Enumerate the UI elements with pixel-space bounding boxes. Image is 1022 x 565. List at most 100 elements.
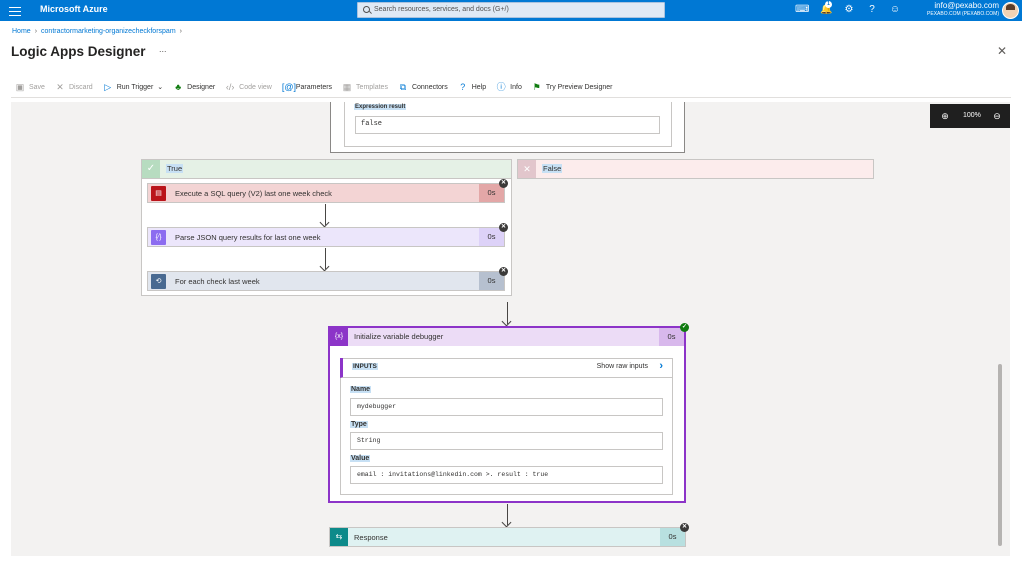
- name-field-value: mydebugger: [350, 398, 663, 416]
- user-avatar[interactable]: [1002, 2, 1019, 19]
- chevron-right-icon[interactable]: ›: [659, 360, 663, 372]
- discard-x-icon: ✕: [56, 82, 64, 92]
- expression-result-value: false: [355, 116, 660, 134]
- flow-arrow-icon: [507, 504, 508, 525]
- code-icon: ‹/›: [225, 82, 235, 92]
- info-label: Info: [510, 83, 522, 91]
- help-icon: ?: [460, 82, 466, 92]
- parameters-button[interactable]: [@] Parameters: [282, 82, 332, 92]
- designer-toolbar: ▣ Save ✕ Discard ▷ Run Trigger ⌄ ♣ Designer ‹…: [15, 80, 623, 94]
- page-title: Logic Apps Designer: [11, 44, 146, 59]
- initialize-variable-title: Initialize variable debugger: [354, 332, 444, 341]
- designer-label: Designer: [187, 83, 216, 91]
- false-branch-label: False: [542, 164, 563, 173]
- templates-icon: ▦: [342, 82, 352, 92]
- info-icon: ⓘ: [496, 82, 506, 92]
- search-icon: [363, 6, 370, 13]
- type-field-value: String: [350, 432, 663, 450]
- variable-icon: {x}: [330, 328, 348, 346]
- try-preview-label: Try Preview Designer: [545, 83, 613, 91]
- user-email: info@pexabo.com: [934, 1, 999, 10]
- save-label: Save: [29, 83, 45, 91]
- parse-json-action[interactable]: {⁄} Parse JSON query results for last on…: [147, 227, 505, 247]
- false-branch-header[interactable]: ✕ False: [517, 159, 874, 179]
- hamburger-menu-icon[interactable]: [9, 4, 21, 16]
- help-question-icon[interactable]: ?: [866, 4, 878, 16]
- canvas-scrollbar[interactable]: [998, 364, 1002, 546]
- response-icon: ⇆: [330, 528, 348, 546]
- skipped-status-icon: ✕: [680, 523, 689, 532]
- discard-button[interactable]: ✕ Discard: [55, 82, 93, 92]
- succeeded-check-icon: ✓: [680, 323, 689, 332]
- account-info[interactable]: info@pexabo.com PEXABO.COM (PEXABO.COM): [927, 1, 999, 18]
- feedback-icon[interactable]: ☺: [889, 4, 901, 16]
- breadcrumb-resource[interactable]: contractormarketing-organizecheckforspam: [41, 28, 176, 35]
- parse-json-title: Parse JSON query results for last one we…: [175, 233, 321, 242]
- skipped-status-icon: ✕: [499, 223, 508, 232]
- search-placeholder: Search resources, services, and docs (G+…: [374, 6, 509, 13]
- code-view-button[interactable]: ‹/› Code view: [225, 82, 272, 92]
- flag-icon: ⚑: [532, 82, 541, 92]
- expression-result-label: Expression result: [354, 104, 407, 110]
- templates-button[interactable]: ▦ Templates: [342, 82, 388, 92]
- breadcrumb-home[interactable]: Home: [12, 28, 31, 35]
- cloud-shell-icon[interactable]: ⌨: [795, 4, 809, 16]
- flow-arrow-icon: [325, 248, 326, 269]
- skipped-status-icon: ✕: [499, 267, 508, 276]
- inputs-header[interactable]: INPUTS Show raw inputs ›: [340, 358, 673, 378]
- type-field-label: Type: [350, 421, 368, 428]
- brand-label[interactable]: Microsoft Azure: [40, 4, 108, 14]
- sql-action-title: Execute a SQL query (V2) last one week c…: [175, 189, 332, 198]
- chevron-right-icon: ›: [34, 28, 38, 35]
- designer-icon: ♣: [175, 82, 182, 92]
- sql-query-action[interactable]: ▤ Execute a SQL query (V2) last one week…: [147, 183, 505, 203]
- sql-database-icon: ▤: [151, 186, 166, 201]
- global-search-input[interactable]: Search resources, services, and docs (G+…: [357, 2, 665, 18]
- save-icon: ▣: [15, 82, 25, 92]
- close-icon[interactable]: ✕: [997, 44, 1007, 58]
- run-trigger-label: Run Trigger: [116, 83, 154, 91]
- flow-arrow-icon: [507, 302, 508, 324]
- chevron-right-icon: ›: [179, 28, 182, 35]
- azure-top-bar: Microsoft Azure Search resources, servic…: [0, 0, 1022, 21]
- x-mark-icon: ✕: [518, 160, 536, 178]
- loop-icon: ⟲: [151, 274, 166, 289]
- info-button[interactable]: ⓘ Info: [496, 82, 522, 92]
- code-view-label: Code view: [239, 83, 272, 91]
- for-each-action[interactable]: ⟲ For each check last week 0s: [147, 271, 505, 291]
- chevron-down-icon: ⌄: [157, 84, 164, 91]
- connectors-icon: ⧉: [399, 82, 407, 92]
- zoom-level: 100%: [963, 112, 981, 119]
- try-preview-designer-button[interactable]: ⚑ Try Preview Designer: [532, 82, 613, 92]
- response-title: Response: [354, 533, 388, 542]
- connectors-button[interactable]: ⧉ Connectors: [398, 82, 448, 92]
- initialize-variable-duration: 0s: [659, 328, 684, 346]
- initialize-variable-header[interactable]: {x} Initialize variable debugger 0s: [330, 328, 684, 346]
- show-raw-inputs-link[interactable]: Show raw inputs: [597, 363, 648, 370]
- for-each-title: For each check last week: [175, 277, 260, 286]
- designer-button[interactable]: ♣ Designer: [173, 82, 215, 92]
- value-field-value: email : invitations@linkedin.com >. resu…: [350, 466, 663, 484]
- breadcrumb: Home › contractormarketing-organizecheckfo…: [12, 28, 186, 35]
- parameters-label: Parameters: [295, 83, 333, 91]
- notification-badge: 1: [825, 1, 832, 8]
- true-branch-header[interactable]: ✓ True: [141, 159, 512, 179]
- name-field-label: Name: [350, 386, 372, 393]
- zoom-out-icon[interactable]: ⊖: [992, 111, 1002, 121]
- response-action[interactable]: ⇆ Response 0s: [329, 527, 686, 547]
- check-icon: ✓: [142, 160, 160, 178]
- parse-json-icon: {⁄}: [151, 230, 166, 245]
- help-button[interactable]: ? Help: [458, 82, 486, 92]
- templates-label: Templates: [356, 83, 388, 91]
- true-branch-label: True: [166, 164, 184, 173]
- discard-label: Discard: [68, 83, 93, 91]
- save-button[interactable]: ▣ Save: [15, 82, 45, 92]
- toolbar-divider: [11, 97, 1011, 98]
- settings-gear-icon[interactable]: ⚙: [843, 4, 855, 16]
- user-org: PEXABO.COM (PEXABO.COM): [927, 11, 999, 17]
- zoom-in-icon[interactable]: ⊕: [940, 111, 950, 121]
- parameters-icon: [@]: [281, 82, 296, 92]
- flow-arrow-icon: [325, 204, 326, 225]
- more-options-icon[interactable]: ...: [159, 44, 167, 54]
- run-trigger-button[interactable]: ▷ Run Trigger ⌄: [103, 82, 163, 92]
